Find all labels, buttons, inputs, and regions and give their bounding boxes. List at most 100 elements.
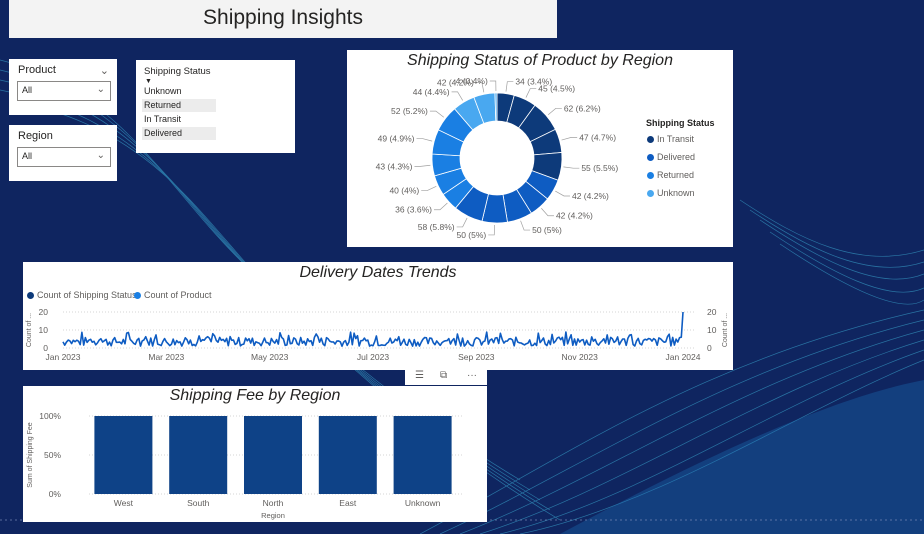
legend-label: In Transit xyxy=(657,134,695,144)
x-tick-label: Jul 2023 xyxy=(357,352,389,362)
donut-data-label: 42 (4.2%) xyxy=(556,211,593,221)
legend-label: Unknown xyxy=(657,188,695,198)
y-tick-label: 100% xyxy=(39,411,61,421)
donut-leader-line xyxy=(563,166,580,169)
donut-leader-line xyxy=(547,107,562,116)
donut-leader-line xyxy=(416,138,433,142)
donut-data-label: 47 (4.7%) xyxy=(579,132,616,142)
donut-data-label: 49 (4.9%) xyxy=(378,134,415,144)
donut-leader-line xyxy=(520,220,531,231)
donut-chart[interactable]: 34 (3.4%)45 (4.5%)62 (6.2%)47 (4.7%)55 (… xyxy=(347,50,733,247)
page-title: Shipping Insights xyxy=(203,6,363,29)
donut-data-label: 50 (5%) xyxy=(456,230,486,240)
legend-item-unknown[interactable]: Unknown xyxy=(647,188,695,198)
donut-leader-line xyxy=(525,88,537,98)
donut-data-label: 55 (5.5%) xyxy=(581,163,618,173)
product-slicer[interactable]: Product ⌄ All ⌄ xyxy=(9,59,117,115)
donut-leader-line xyxy=(414,164,431,167)
x-tick-label: South xyxy=(187,498,209,508)
region-dropdown-value: All xyxy=(22,151,33,161)
more-options-icon[interactable]: ··· xyxy=(467,370,477,381)
donut-leader-line xyxy=(456,217,468,228)
donut-leader-line xyxy=(489,80,497,92)
chevron-down-icon: ⌄ xyxy=(96,84,105,95)
shipping-status-slicer-label: Shipping Status xyxy=(144,66,211,77)
x-tick-label: East xyxy=(339,498,357,508)
donut-data-label: 52 (5.2%) xyxy=(391,106,428,116)
donut-legend-title: Shipping Status xyxy=(646,118,715,128)
y-tick-label: 10 xyxy=(39,325,49,335)
donut-data-label: 40 (4%) xyxy=(389,186,419,196)
chevron-down-icon: ⌄ xyxy=(96,150,105,161)
line-series-count-product xyxy=(62,311,684,347)
donut-data-label: 62 (6.2%) xyxy=(564,103,601,113)
product-dropdown-value: All xyxy=(22,85,33,95)
region-slicer[interactable]: Region All ⌄ xyxy=(9,125,117,181)
donut-leader-line xyxy=(505,81,514,92)
x-tick-label: Sep 2023 xyxy=(458,352,495,362)
filter-icon[interactable]: ☰ xyxy=(415,370,424,381)
x-tick-label: May 2023 xyxy=(251,352,289,362)
x-tick-label: Jan 2024 xyxy=(666,352,701,362)
line-chart[interactable]: 0 010 1020 20Count of ... Count of ...Jan 20… xyxy=(23,262,733,370)
x-axis-title: Region xyxy=(261,511,285,520)
y-tick-label-right: 20 xyxy=(707,307,717,317)
legend-dot xyxy=(647,136,654,144)
x-tick-label: Unknown xyxy=(405,498,441,508)
donut-leader-line xyxy=(433,202,448,211)
line-chart-card[interactable]: Delivery Dates Trends Count of Shipping … xyxy=(23,262,733,370)
bar-west[interactable] xyxy=(94,416,153,494)
donut-data-label: 4 (0.4%) xyxy=(456,76,488,86)
region-dropdown[interactable]: All ⌄ xyxy=(17,147,111,167)
y-axis-title: Count of ... xyxy=(26,313,33,347)
donut-leader-line xyxy=(451,91,464,101)
y-tick-label: 0% xyxy=(49,489,62,499)
bar-unknown[interactable] xyxy=(393,416,452,494)
donut-leader-line xyxy=(555,190,570,197)
y-tick-label-right: 0 xyxy=(707,343,712,353)
y-axis-title-right: Count of ... xyxy=(722,313,729,347)
status-item-returned[interactable]: Returned xyxy=(142,99,216,112)
bar-chart-card[interactable]: Shipping Fee by Region 100% 50% 0% Sum of S… xyxy=(23,386,487,522)
y-tick-label: 50% xyxy=(44,450,61,460)
bar-chart[interactable]: 100% 50% 0% Sum of Shipping Fee West South Nor… xyxy=(23,386,487,522)
donut-data-label: 58 (5.8%) xyxy=(418,222,455,232)
legend-dot xyxy=(647,172,654,180)
chevron-down-icon[interactable]: ⌄ xyxy=(100,64,109,77)
x-tick-label: West xyxy=(114,498,134,508)
legend-item-in-transit[interactable]: In Transit xyxy=(647,134,694,144)
legend-item-returned[interactable]: Returned xyxy=(647,170,694,180)
y-tick-label: 20 xyxy=(39,307,49,317)
status-item-unknown[interactable]: Unknown xyxy=(142,85,216,98)
legend-dot xyxy=(647,190,654,198)
legend-label: Delivered xyxy=(657,152,696,162)
shipping-status-slicer[interactable]: Shipping Status ▼ Unknown Returned In Tr… xyxy=(136,60,295,153)
region-slicer-label: Region xyxy=(18,130,53,142)
donut-data-label: 36 (3.6%) xyxy=(395,205,432,215)
bar-north[interactable] xyxy=(244,416,302,494)
y-axis-title: Sum of Shipping Fee xyxy=(27,422,34,487)
donut-leader-line xyxy=(561,137,578,141)
product-slicer-label: Product xyxy=(18,64,56,76)
x-tick-label: Mar 2023 xyxy=(148,352,184,362)
y-tick-label-right: 10 xyxy=(707,325,717,335)
status-item-in-transit[interactable]: In Transit xyxy=(142,113,216,126)
legend-dot xyxy=(647,154,654,162)
bar-east[interactable] xyxy=(318,416,377,494)
x-tick-label: Nov 2023 xyxy=(561,352,598,362)
page-title-card: Shipping Insights xyxy=(9,0,557,38)
donut-leader-line xyxy=(488,224,495,236)
donut-data-label: 42 (4.2%) xyxy=(572,191,609,201)
product-dropdown[interactable]: All ⌄ xyxy=(17,81,111,101)
donut-chart-card[interactable]: Shipping Status of Product by Region 34 … xyxy=(347,50,733,247)
donut-data-label: 44 (4.4%) xyxy=(413,87,450,97)
legend-item-delivered[interactable]: Delivered xyxy=(647,152,695,162)
visual-header-toolbar: ☰ ⧉ ··· xyxy=(405,369,487,385)
bar-south[interactable] xyxy=(169,416,228,494)
sort-arrow-icon[interactable]: ▼ xyxy=(145,78,152,85)
x-tick-label: North xyxy=(263,498,284,508)
status-item-delivered[interactable]: Delivered xyxy=(142,127,216,140)
donut-data-label: 50 (5%) xyxy=(532,225,562,235)
focus-mode-icon[interactable]: ⧉ xyxy=(440,370,447,381)
donut-leader-line xyxy=(429,110,445,118)
